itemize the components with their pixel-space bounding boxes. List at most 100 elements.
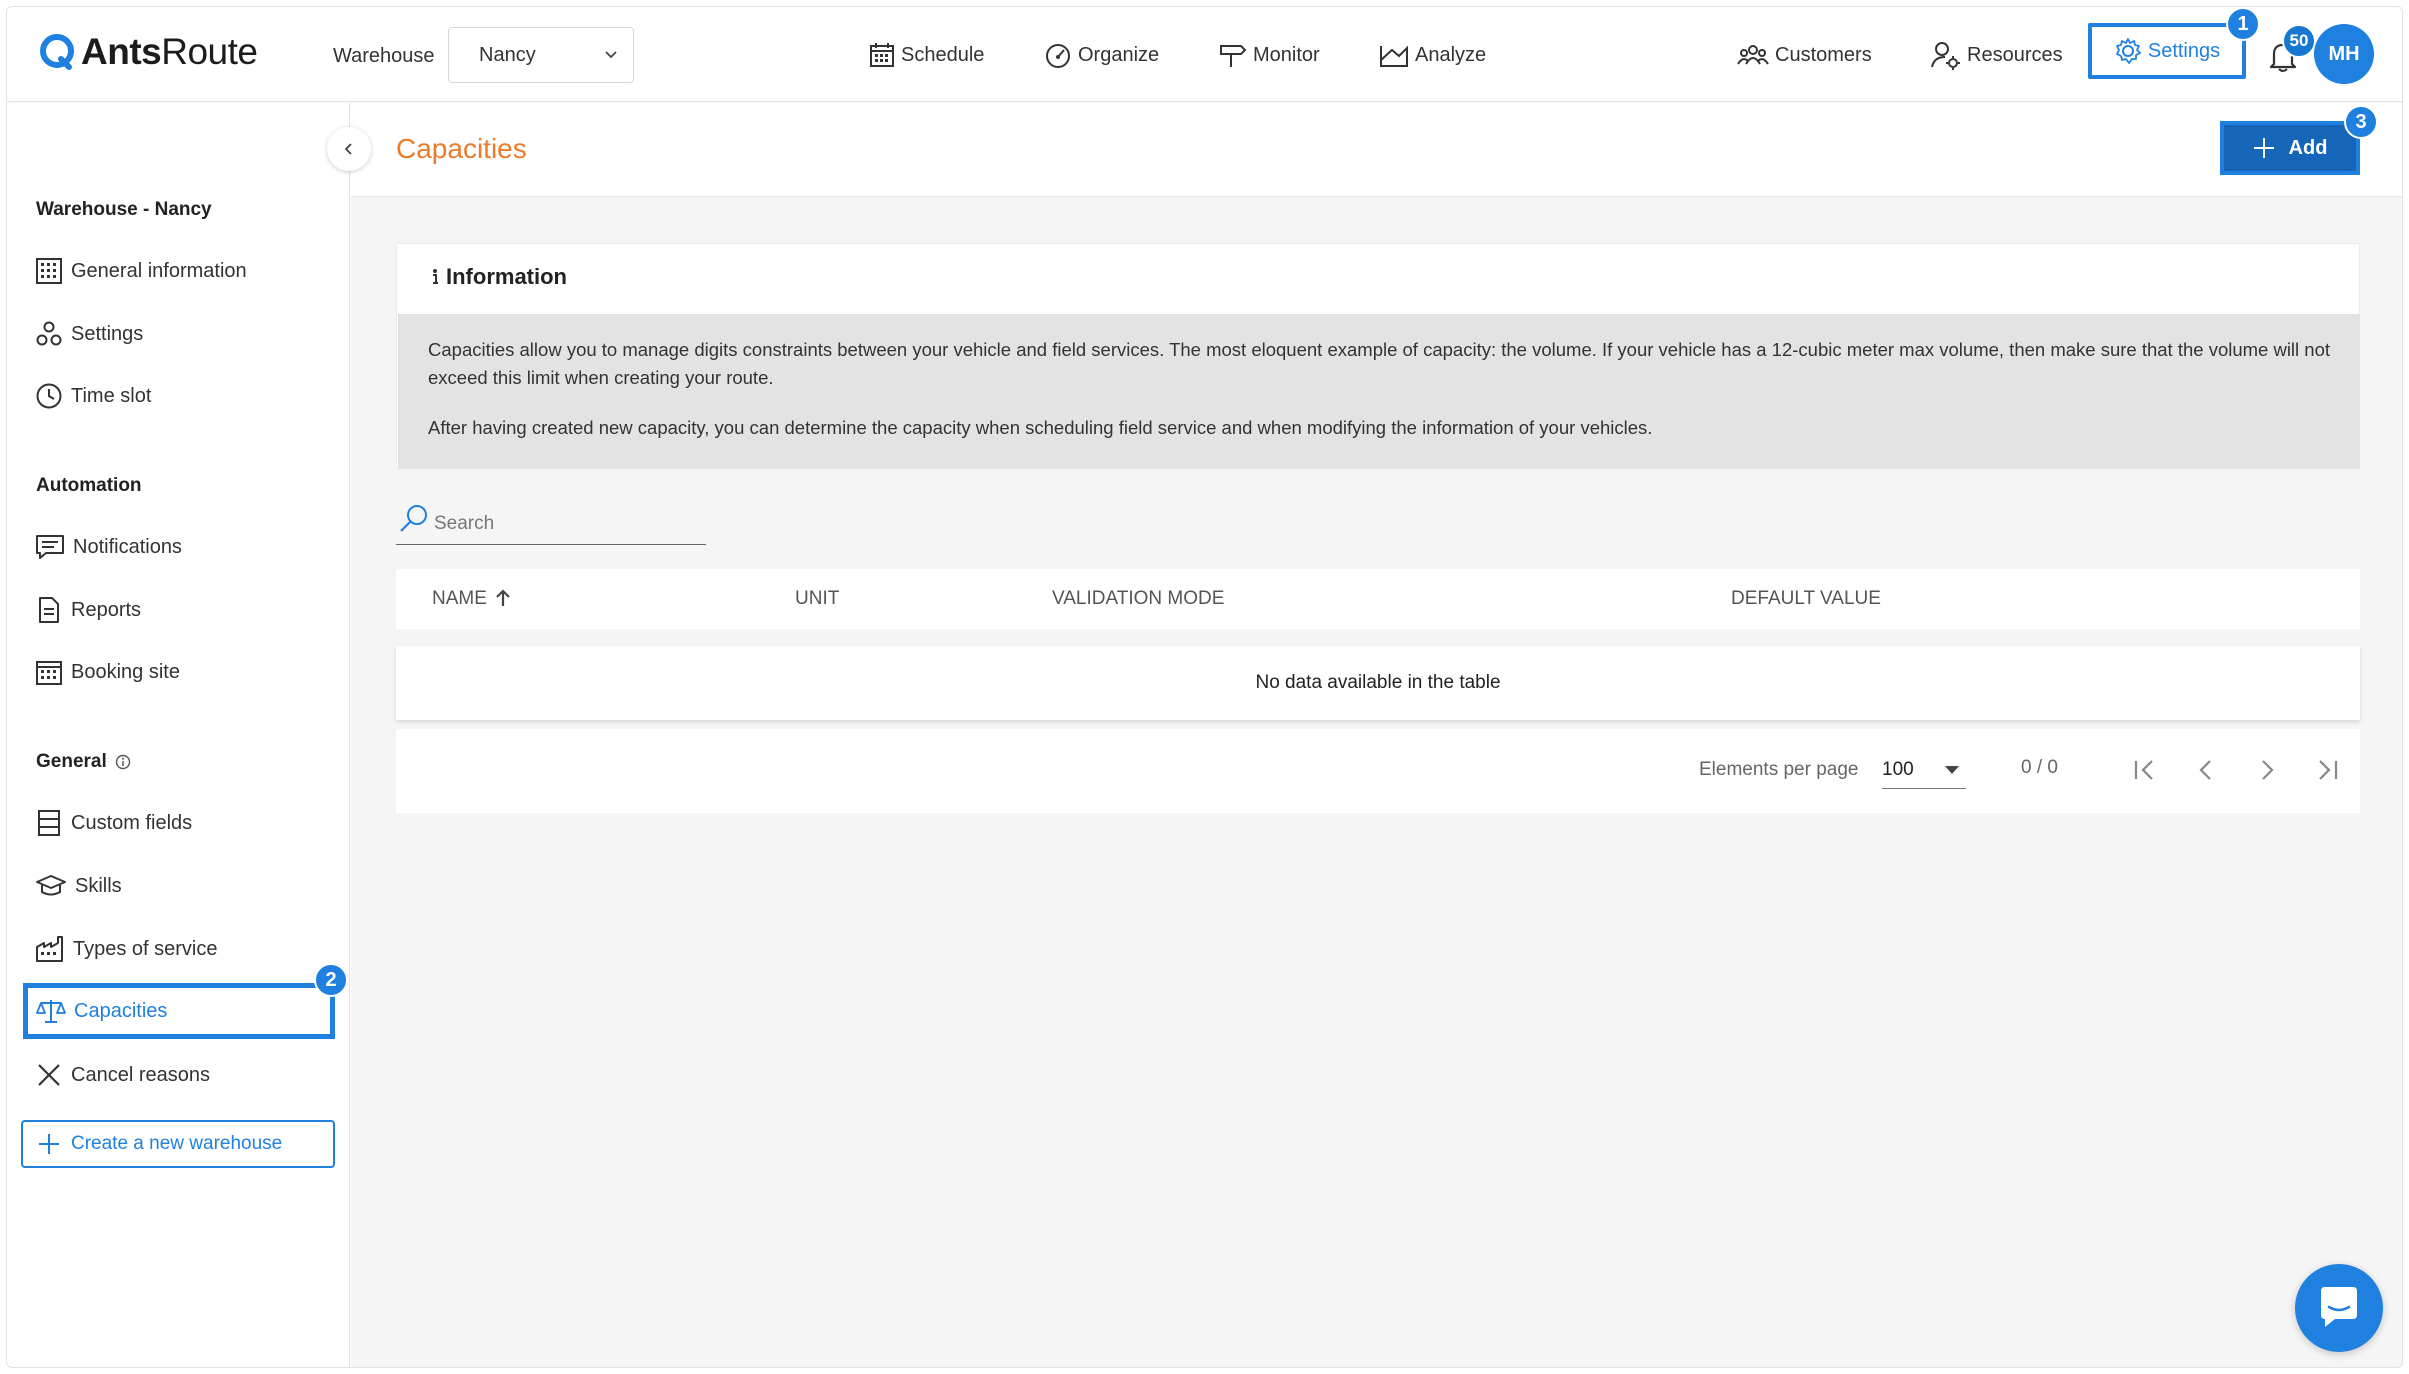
create-warehouse-button[interactable]: Create a new warehouse (21, 1120, 335, 1168)
chart-icon (1380, 45, 1408, 67)
sidebar-item-label: Time slot (71, 384, 152, 407)
column-header-validation-mode[interactable]: VALIDATION MODE (1052, 588, 1224, 610)
top-navbar: AntsRoute Warehouse Nancy Schedule Organ… (7, 7, 2402, 102)
scale-balance-icon (36, 1000, 66, 1023)
create-warehouse-label: Create a new warehouse (71, 1133, 283, 1154)
sidebar-item-reports[interactable]: Reports (35, 590, 141, 630)
clock-icon (36, 383, 62, 409)
sidebar-item-notifications[interactable]: Notifications (35, 527, 182, 567)
sidebar-item-settings[interactable]: Settings (35, 314, 143, 354)
app-window: AntsRoute Warehouse Nancy Schedule Organ… (6, 6, 2403, 1368)
plus-icon (2253, 138, 2274, 158)
table-empty-row: No data available in the table (396, 646, 2360, 720)
user-gear-icon (1931, 42, 1960, 70)
document-icon (39, 597, 59, 623)
last-page-icon (2319, 760, 2338, 780)
sidebar-item-label: Capacities (74, 999, 168, 1022)
collapse-sidebar-button[interactable] (327, 127, 371, 171)
warehouse-label: Warehouse (333, 45, 435, 67)
nav-customers[interactable]: Customers (1737, 35, 1872, 75)
add-button[interactable]: Add (2220, 121, 2360, 175)
sidebar-heading-general-label: General (36, 751, 107, 772)
message-icon (36, 535, 64, 559)
chat-support-button[interactable] (2295, 1264, 2383, 1352)
elements-per-page-label: Elements per page (1699, 759, 1859, 780)
calendar-icon (36, 661, 62, 685)
chevron-down-icon (605, 51, 617, 59)
sidebar-heading-general: General (36, 751, 131, 773)
sidebar-item-capacities[interactable]: Capacities (23, 983, 335, 1039)
information-paragraph-2: After having created new capacity, you c… (428, 417, 1653, 438)
sidebar-item-custom-fields[interactable]: Custom fields (35, 803, 192, 843)
information-title-label: Information (446, 264, 567, 289)
column-header-unit[interactable]: UNIT (795, 588, 839, 610)
settings-button-label: Settings (2147, 39, 2221, 62)
page-header: Capacities Add (351, 103, 2402, 197)
nav-analyze[interactable]: Analyze (1379, 35, 1486, 75)
close-icon (38, 1064, 60, 1086)
warehouse-select-value: Nancy (479, 43, 536, 66)
nav-customers-label: Customers (1775, 43, 1872, 66)
column-header-name[interactable]: NAME (432, 588, 511, 610)
pagination-bar: Elements per page 100 0 / 0 (396, 729, 2360, 813)
elements-per-page-select[interactable]: 100 (1882, 755, 1966, 789)
antsroute-logo[interactable]: AntsRoute (39, 31, 258, 73)
next-page-button[interactable] (2252, 755, 2282, 785)
nav-resources-label: Resources (1967, 43, 2063, 66)
information-title: Information (430, 264, 567, 290)
antsroute-logo-icon (40, 34, 74, 70)
info-circle-icon[interactable] (115, 754, 131, 770)
signpost-icon (1220, 45, 1247, 67)
sidebar-item-booking-site[interactable]: Booking site (35, 652, 180, 692)
brand-name: AntsRoute (81, 31, 258, 72)
gear-icon (2115, 38, 2141, 64)
column-header-name-label: NAME (432, 588, 487, 609)
sidebar-heading-automation: Automation (36, 475, 142, 496)
sidebar-item-types-of-service[interactable]: Types of service (35, 929, 218, 969)
nav-organize[interactable]: Organize (1044, 35, 1159, 75)
first-page-button[interactable] (2130, 755, 2160, 785)
plus-icon (39, 1134, 59, 1154)
search-field[interactable] (396, 503, 706, 545)
information-body: Capacities allow you to manage digits co… (398, 314, 2360, 469)
sidebar-item-label: Reports (71, 598, 142, 621)
elements-per-page-value: 100 (1882, 759, 1914, 780)
sidebar-item-label: Custom fields (71, 811, 193, 834)
nav-analyze-label: Analyze (1415, 43, 1487, 66)
user-avatar[interactable]: MH (2314, 24, 2374, 84)
sidebar-item-label: Skills (75, 874, 122, 897)
settings-button[interactable]: Settings (2088, 23, 2246, 79)
warehouse-select[interactable]: Nancy (448, 27, 634, 83)
sidebar-item-label: Cancel reasons (71, 1063, 210, 1086)
nav-schedule[interactable]: Schedule (869, 35, 984, 75)
caret-down-icon (1945, 766, 1959, 774)
step-badge-2: 2 (314, 963, 348, 997)
sidebar-item-cancel-reasons[interactable]: Cancel reasons (35, 1055, 210, 1095)
sidebar-item-general-information[interactable]: General information (35, 251, 247, 291)
nav-schedule-label: Schedule (901, 43, 985, 66)
information-paragraph-1: Capacities allow you to manage digits co… (428, 339, 2331, 388)
sidebar-item-time-slot[interactable]: Time slot (35, 376, 151, 416)
search-icon (400, 505, 427, 532)
settings-cogs-icon (36, 321, 62, 346)
nav-monitor[interactable]: Monitor (1219, 35, 1320, 75)
sidebar: Warehouse - Nancy General information Se… (7, 103, 350, 1367)
customers-icon (1737, 45, 1769, 65)
previous-page-button[interactable] (2191, 755, 2221, 785)
last-page-button[interactable] (2312, 755, 2342, 785)
nav-monitor-label: Monitor (1253, 43, 1320, 66)
step-badge-3: 3 (2344, 105, 2378, 139)
sidebar-item-label: General information (71, 259, 247, 282)
column-header-default-value[interactable]: DEFAULT VALUE (1731, 588, 1881, 610)
add-button-label: Add (2288, 136, 2328, 159)
chevron-left-icon (2199, 760, 2211, 780)
sidebar-item-label: Settings (71, 322, 144, 345)
sidebar-item-skills[interactable]: Skills (35, 866, 122, 906)
step-badge-1: 1 (2226, 7, 2260, 41)
page-title: Capacities (396, 133, 527, 164)
search-input[interactable] (434, 513, 694, 535)
sidebar-item-label: Booking site (71, 660, 180, 683)
sidebar-heading-warehouse: Warehouse - Nancy (36, 199, 212, 220)
nav-resources[interactable]: Resources (1931, 35, 2063, 75)
chevron-right-icon (2262, 760, 2274, 780)
